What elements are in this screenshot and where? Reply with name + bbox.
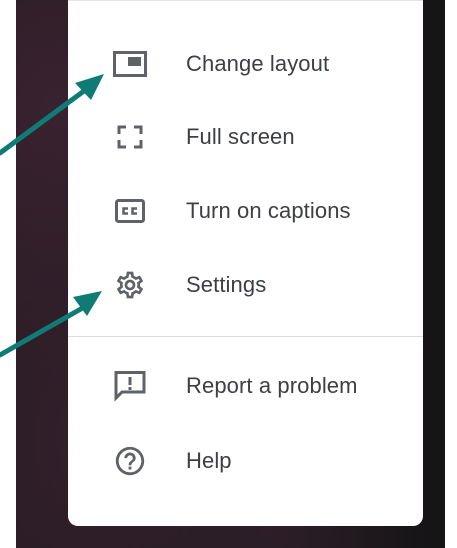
- menu-item-full-screen[interactable]: Full screen: [68, 109, 423, 165]
- captions-icon: [110, 191, 150, 231]
- menu-item-settings[interactable]: Settings: [68, 257, 423, 313]
- menu-item-label: Settings: [186, 272, 267, 297]
- menu-item-help[interactable]: Help: [68, 433, 423, 489]
- more-options-menu: Change layout Full screen Turn on captio…: [68, 0, 423, 526]
- menu-item-label: Turn on captions: [186, 198, 351, 223]
- menu-item-label: Help: [186, 448, 232, 473]
- menu-item-label: Full screen: [186, 124, 295, 149]
- screenshot-stage: Change layout Full screen Turn on captio…: [0, 0, 457, 548]
- menu-divider: [68, 336, 423, 337]
- report-problem-icon: [110, 366, 150, 406]
- change-layout-icon: [110, 44, 150, 84]
- menu-item-label: Report a problem: [186, 373, 358, 398]
- menu-item-label: Change layout: [186, 51, 330, 76]
- menu-item-turn-on-captions[interactable]: Turn on captions: [68, 183, 423, 239]
- menu-item-report-a-problem[interactable]: Report a problem: [68, 358, 423, 414]
- menu-item-change-layout[interactable]: Change layout: [68, 36, 423, 92]
- help-icon: [110, 441, 150, 481]
- gear-icon: [110, 265, 150, 305]
- fullscreen-icon: [110, 117, 150, 157]
